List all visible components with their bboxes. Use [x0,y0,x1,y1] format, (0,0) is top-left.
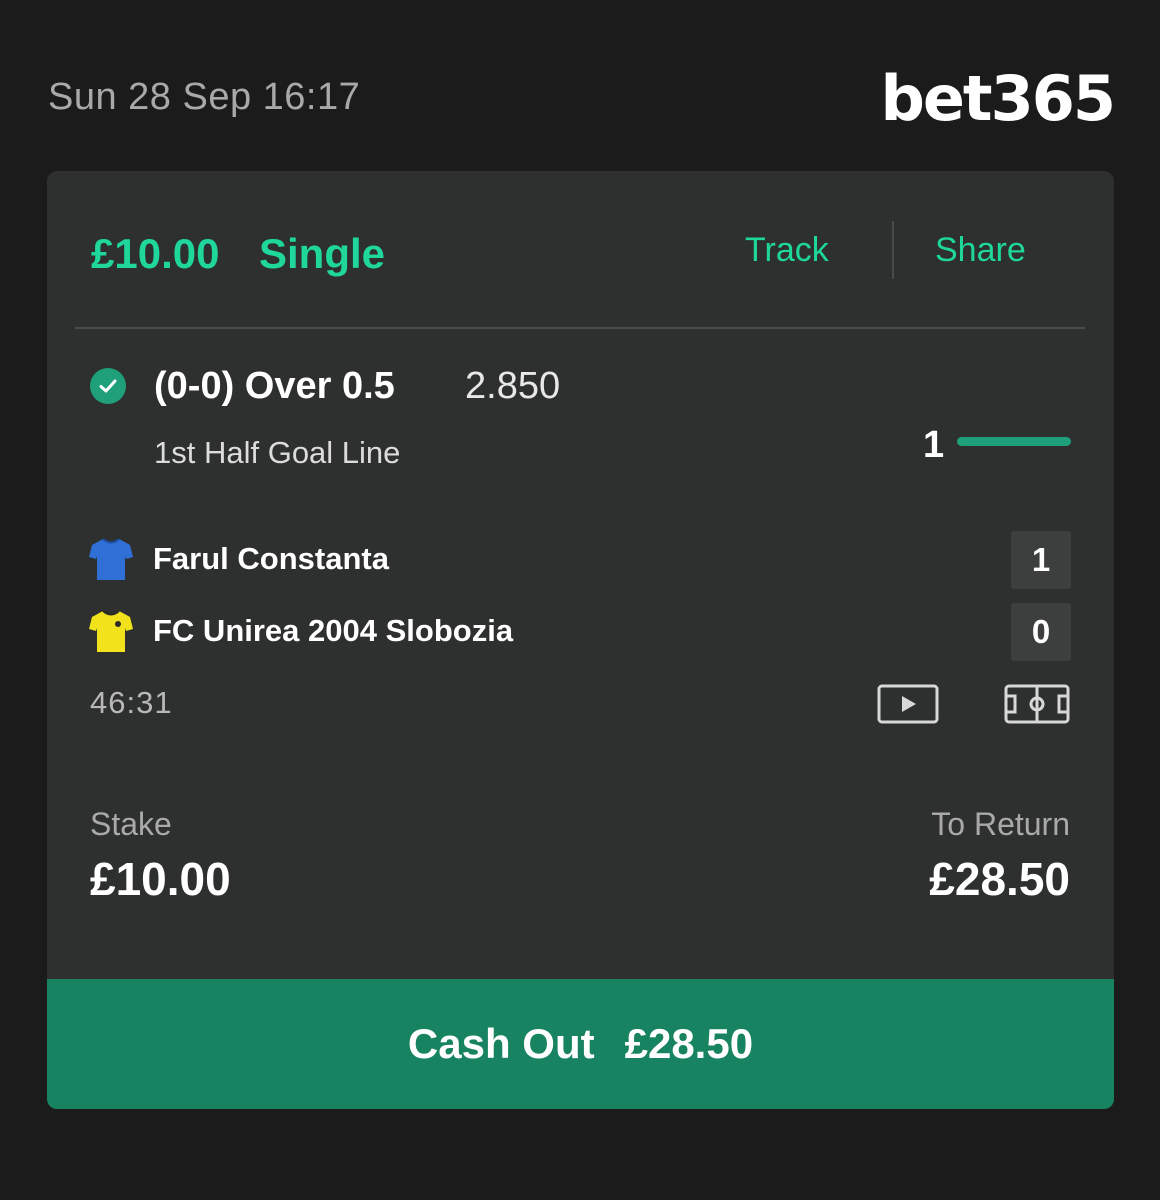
goal-line-count: 1 [923,424,945,466]
bet-card-header: £10.00 Single Track Share [47,171,1114,328]
section-divider [75,327,1085,329]
away-team-name: FC Unirea 2004 Slobozia [153,613,514,648]
home-shirt-icon [89,538,133,580]
away-team-row: FC Unirea 2004 Slobozia 0 [47,603,1114,661]
cash-out-button[interactable]: Cash Out £28.50 [47,979,1114,1109]
stake-value: £10.00 [90,853,231,905]
home-team-name: Farul Constanta [153,541,389,576]
track-button[interactable]: Track [745,231,829,270]
away-shirt-icon [89,610,133,652]
home-score: 1 [1011,531,1071,589]
video-play-icon[interactable] [877,683,939,725]
bet365-logo: bet365 [880,62,1116,135]
share-button[interactable]: Share [935,231,1026,270]
market-name: 1st Half Goal Line [154,435,401,470]
bet-type: Single [259,230,386,277]
bet-datetime: Sun 28 Sep 16:17 [48,76,361,118]
cash-out-amount: £28.50 [624,1020,754,1067]
bet-card: £10.00 Single Track Share (0-0) Over 0.5… [47,171,1114,1109]
pitch-icon[interactable] [1004,683,1070,725]
goal-line-progress-bar [957,437,1071,446]
selection-name: (0-0) Over 0.5 [154,365,395,407]
return-label: To Return [931,806,1070,842]
cash-out-label: Cash Out [407,1020,595,1067]
check-circle-icon [90,368,126,404]
match-clock: 46:31 [90,685,173,720]
home-team-row: Farul Constanta 1 [47,531,1114,589]
header-divider [892,221,894,279]
stake-label: Stake [90,806,172,842]
selection-odds: 2.850 [465,365,561,407]
return-value: £28.50 [929,853,1070,905]
bet-amount: £10.00 [91,230,220,277]
away-score: 0 [1011,603,1071,661]
